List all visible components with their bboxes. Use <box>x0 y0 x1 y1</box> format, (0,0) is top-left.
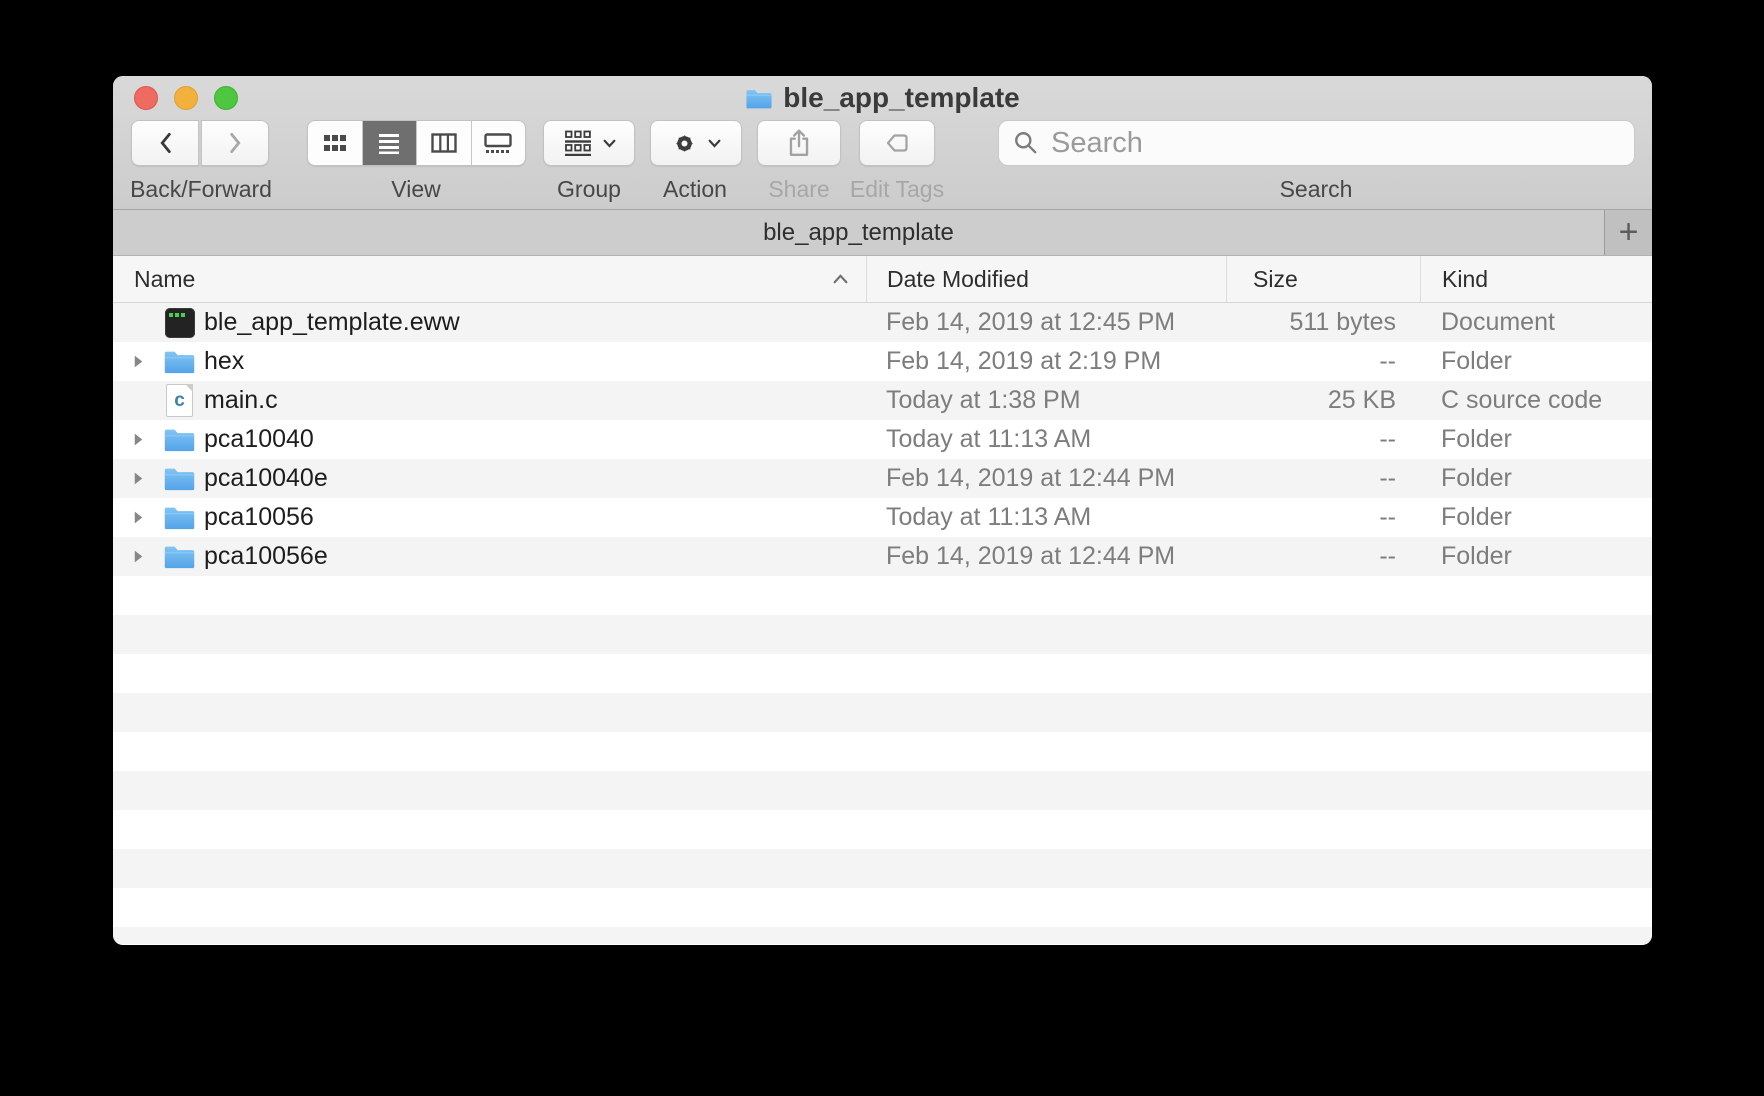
file-size: -- <box>1226 537 1420 576</box>
file-name: pca10040e <box>204 464 328 493</box>
file-date-modified: Feb 14, 2019 at 2:19 PM <box>866 342 1226 381</box>
file-list: ble_app_template.eww Feb 14, 2019 at 12:… <box>113 303 1652 944</box>
back-forward-label: Back/Forward <box>130 176 272 203</box>
file-date-modified: Today at 11:13 AM <box>866 498 1226 537</box>
table-row[interactable]: c main.c Today at 1:38 PM 25 KB C source… <box>113 381 1652 420</box>
sort-ascending-icon <box>833 274 848 284</box>
file-size: -- <box>1226 420 1420 459</box>
file-size: -- <box>1226 459 1420 498</box>
chevron-down-icon <box>708 139 721 148</box>
share-label: Share <box>768 176 829 203</box>
file-name: main.c <box>204 386 278 415</box>
gallery-view-icon <box>484 133 512 153</box>
search-label: Search <box>1280 176 1353 203</box>
icon-view-icon <box>322 133 348 153</box>
disclosure-triangle-icon[interactable] <box>129 432 147 447</box>
file-kind: C source code <box>1420 381 1652 420</box>
file-name: hex <box>204 347 244 376</box>
window-titlebar-toolbar: ble_app_template <box>113 76 1652 210</box>
chevron-down-icon <box>603 139 616 148</box>
file-date-modified: Feb 14, 2019 at 12:44 PM <box>866 459 1226 498</box>
file-date-modified: Feb 14, 2019 at 12:45 PM <box>866 303 1226 342</box>
column-view-icon <box>431 133 457 153</box>
file-size: -- <box>1226 498 1420 537</box>
file-kind: Folder <box>1420 420 1652 459</box>
search-field[interactable] <box>998 120 1635 166</box>
table-row[interactable]: pca10040e Feb 14, 2019 at 12:44 PM -- Fo… <box>113 459 1652 498</box>
share-icon <box>786 128 812 158</box>
column-view-button[interactable] <box>416 121 471 165</box>
column-header-date-modified[interactable]: Date Modified <box>866 256 1226 302</box>
table-row[interactable]: pca10056e Feb 14, 2019 at 12:44 PM -- Fo… <box>113 537 1652 576</box>
folder-icon <box>163 504 196 531</box>
edit-tags-button[interactable] <box>859 120 935 166</box>
file-kind: Folder <box>1420 342 1652 381</box>
chevron-right-icon <box>229 132 242 154</box>
column-header-kind[interactable]: Kind <box>1420 256 1652 302</box>
group-label: Group <box>557 176 621 203</box>
file-name: pca10040 <box>204 425 314 454</box>
disclosure-triangle-icon[interactable] <box>129 354 147 369</box>
iar-workspace-document-icon <box>163 308 196 338</box>
search-icon <box>1013 130 1039 156</box>
disclosure-triangle-icon[interactable] <box>129 471 147 486</box>
file-kind: Document <box>1420 303 1652 342</box>
view-label: View <box>391 176 440 203</box>
folder-icon <box>163 543 196 570</box>
file-date-modified: Today at 1:38 PM <box>866 381 1226 420</box>
edit-tags-label: Edit Tags <box>850 176 944 203</box>
table-row[interactable]: pca10056 Today at 11:13 AM -- Folder <box>113 498 1652 537</box>
forward-button[interactable] <box>201 120 269 166</box>
file-name: ble_app_template.eww <box>204 308 460 337</box>
disclosure-triangle-icon[interactable] <box>129 549 147 564</box>
file-name: pca10056 <box>204 503 314 532</box>
c-source-file-icon: c <box>163 384 196 417</box>
share-button[interactable] <box>757 120 841 166</box>
file-kind: Folder <box>1420 537 1652 576</box>
group-button[interactable] <box>543 120 635 166</box>
icon-view-button[interactable] <box>308 121 362 165</box>
folder-icon <box>163 465 196 492</box>
table-row[interactable]: pca10040 Today at 11:13 AM -- Folder <box>113 420 1652 459</box>
chevron-left-icon <box>159 132 172 154</box>
table-row[interactable]: ble_app_template.eww Feb 14, 2019 at 12:… <box>113 303 1652 342</box>
list-view-icon <box>377 132 401 154</box>
gallery-view-button[interactable] <box>471 121 526 165</box>
file-size: -- <box>1226 342 1420 381</box>
action-button[interactable] <box>650 120 742 166</box>
tab-bar: ble_app_template + <box>113 210 1652 256</box>
new-tab-button[interactable]: + <box>1604 210 1652 255</box>
table-row[interactable]: hex Feb 14, 2019 at 2:19 PM -- Folder <box>113 342 1652 381</box>
file-date-modified: Feb 14, 2019 at 12:44 PM <box>866 537 1226 576</box>
window-title: ble_app_template <box>113 76 1652 120</box>
file-size: 25 KB <box>1226 381 1420 420</box>
view-mode-control <box>307 120 526 166</box>
disclosure-triangle-icon[interactable] <box>129 510 147 525</box>
column-header-name[interactable]: Name <box>113 256 866 302</box>
folder-icon <box>163 348 196 375</box>
list-view-button[interactable] <box>362 121 417 165</box>
column-header-row: Name Date Modified Size Kind <box>113 256 1652 303</box>
file-kind: Folder <box>1420 459 1652 498</box>
folder-icon <box>163 426 196 453</box>
window-title-text: ble_app_template <box>783 82 1020 114</box>
file-kind: Folder <box>1420 498 1652 537</box>
back-forward-control <box>131 120 269 166</box>
tab-ble-app-template[interactable]: ble_app_template <box>113 210 1604 255</box>
file-name: pca10056e <box>204 542 328 571</box>
file-size: 511 bytes <box>1226 303 1420 342</box>
finder-window: ble_app_template <box>113 76 1652 945</box>
folder-icon <box>745 87 773 110</box>
gear-icon <box>671 130 698 157</box>
group-by-icon <box>563 130 593 156</box>
search-input[interactable] <box>1049 126 1620 161</box>
column-header-size[interactable]: Size <box>1226 256 1420 302</box>
tag-icon <box>884 130 910 156</box>
file-date-modified: Today at 11:13 AM <box>866 420 1226 459</box>
back-button[interactable] <box>131 120 199 166</box>
action-label: Action <box>663 176 727 203</box>
